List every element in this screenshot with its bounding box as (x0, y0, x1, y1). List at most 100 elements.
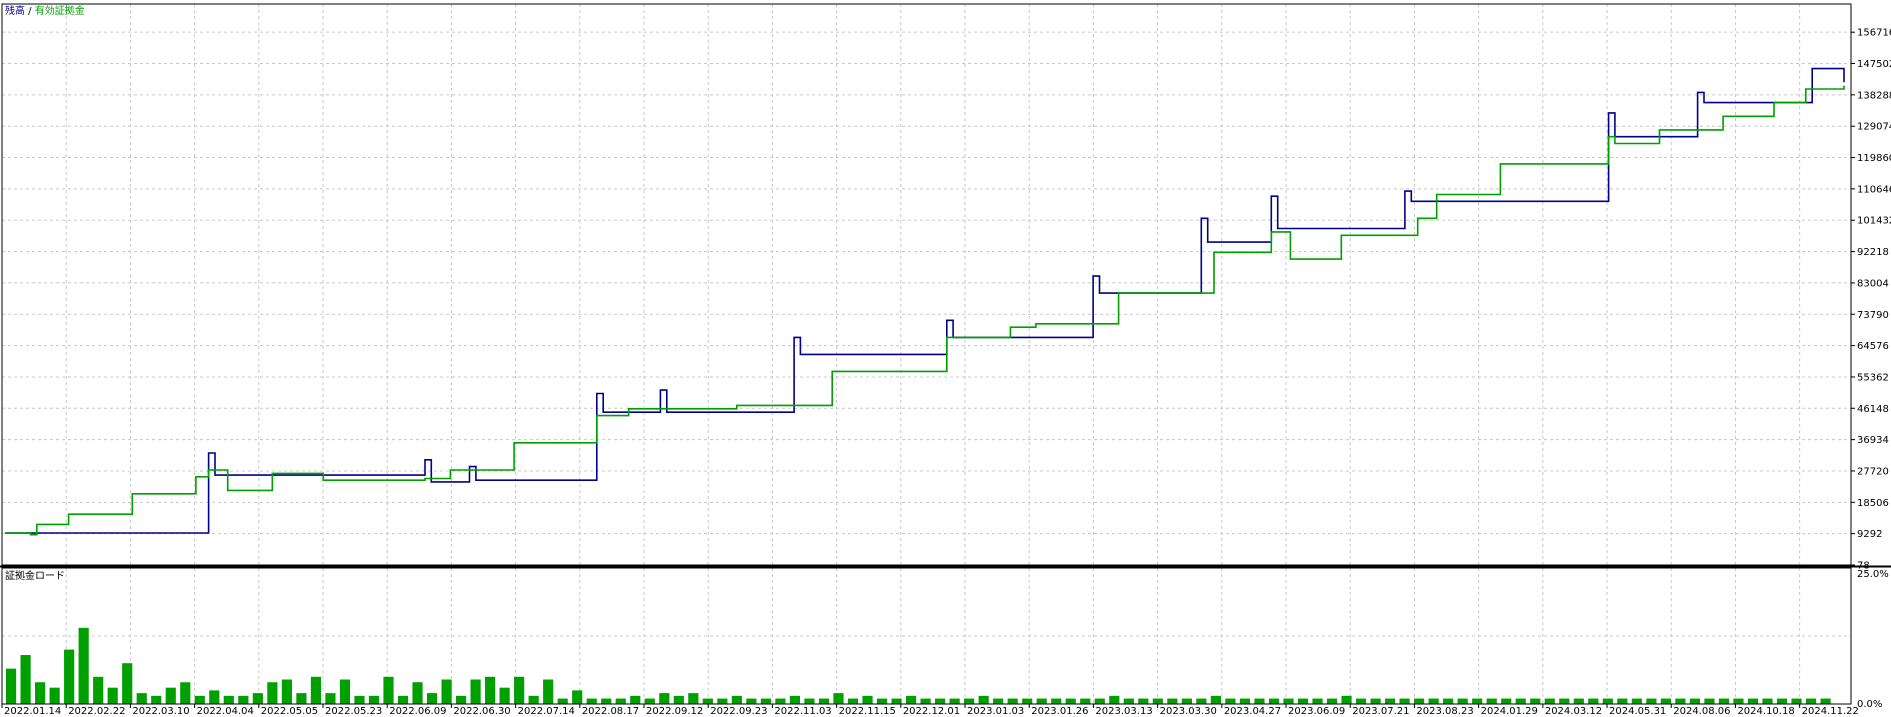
y-tick-label: 0.0% (1857, 699, 1882, 710)
margin-load-bar (1588, 698, 1599, 704)
y-tick-label: 36934 (1857, 435, 1889, 446)
margin-load-bar (1326, 698, 1338, 704)
margin-load-bar (1254, 698, 1265, 704)
x-tick-label: 2023.01.03 (967, 706, 1024, 717)
margin-load-bar (194, 695, 205, 704)
x-tick-label: 2024.11.22 (1802, 706, 1859, 717)
margin-load-bar (659, 693, 670, 704)
legend-balance: 残高 (5, 4, 25, 17)
x-tick-label: 2022.02.22 (68, 706, 125, 717)
main-plot-frame (1, 3, 1852, 566)
margin-load-bar (426, 693, 438, 704)
margin-load-bar (151, 695, 162, 704)
margin-load-bar (455, 695, 467, 704)
margin-load-bar (1675, 698, 1686, 704)
margin-load-bar (1631, 698, 1642, 704)
margin-load-bar (1355, 698, 1367, 704)
margin-load-bar (1617, 698, 1628, 704)
margin-load-bar (891, 698, 902, 704)
margin-load-bar (1820, 698, 1831, 704)
margin-load-bar (949, 698, 960, 704)
x-tick-label: 2022.09.23 (710, 706, 767, 717)
margin-load-bar (1312, 698, 1323, 704)
margin-load-bar (818, 698, 830, 704)
legend-separator: / (25, 6, 35, 17)
margin-load-bar (1123, 698, 1134, 704)
margin-load-bar (1297, 698, 1309, 704)
margin-load-bar (964, 698, 975, 704)
margin-load-bar (1501, 698, 1512, 704)
x-tick-label: 2024.01.29 (1481, 706, 1538, 717)
margin-load-bar (876, 698, 888, 704)
margin-load-bar (1602, 698, 1613, 704)
margin-load-bar (1051, 698, 1062, 704)
y-tick-label: 147502 (1857, 59, 1891, 70)
margin-load-bar (615, 698, 626, 704)
margin-load-bar (296, 693, 307, 704)
y-tick-label: 119860 (1857, 153, 1891, 164)
margin-load-bar (673, 695, 684, 704)
y-tick-label: 64576 (1857, 341, 1889, 352)
margin-load-bar (789, 695, 801, 704)
margin-load-bar (1225, 698, 1236, 704)
margin-load-bar (1805, 698, 1817, 704)
margin-load-bar (1167, 698, 1178, 704)
margin-load-bar (1530, 698, 1541, 704)
margin-load-bar (93, 676, 104, 704)
x-tick-label: 2023.04.27 (1224, 706, 1281, 717)
x-tick-label: 2022.08.17 (582, 706, 639, 717)
margin-load-bar (1689, 698, 1701, 704)
margin-load-bar (1718, 698, 1730, 704)
y-tick-label: 92218 (1857, 247, 1889, 258)
margin-load-bar (238, 695, 249, 704)
margin-load-bar (20, 655, 31, 704)
x-tick-label: 2022.11.03 (774, 706, 831, 717)
margin-load-bar (223, 695, 234, 704)
margin-load-bar (325, 693, 336, 704)
y-tick-label: 46148 (1857, 404, 1889, 415)
margin-load-bar (1414, 698, 1425, 704)
margin-load-bar (1559, 698, 1570, 704)
x-tick-label: 2024.08.06 (1673, 706, 1730, 717)
x-tick-label: 2022.09.12 (646, 706, 703, 717)
y-tick-label: 101432 (1857, 216, 1891, 227)
margin-load-bar (1646, 698, 1657, 704)
x-tick-label: 2023.07.21 (1352, 706, 1409, 717)
margin-load-bar (1196, 698, 1207, 704)
x-tick-label: 2023.03.30 (1160, 706, 1217, 717)
y-tick-label: 25.0% (1857, 569, 1889, 580)
x-tick-label: 2022.05.23 (325, 706, 382, 717)
margin-load-bar (775, 698, 786, 704)
margin-load-bar (136, 693, 147, 704)
y-axis-labels: 156716 147502 138288 129074 119860 110646 1014… (1851, 28, 1891, 710)
margin-load-bar (1660, 698, 1671, 704)
margin-load-bar (441, 679, 452, 704)
x-tick-label: 2022.12.01 (903, 706, 960, 717)
equity-line (5, 85, 1845, 536)
y-tick-label: 129074 (1857, 122, 1891, 133)
x-tick-label: 2024.03.12 (1545, 706, 1602, 717)
margin-load-bar (35, 682, 46, 704)
margin-load-bar (1341, 695, 1352, 704)
margin-load-bar (1776, 698, 1788, 704)
margin-load-bar (905, 695, 917, 704)
margin-load-bar (499, 687, 510, 704)
margin-load-bar (1094, 698, 1105, 704)
legend-equity: 有効証拠金 (35, 4, 85, 17)
margin-load-bar (1443, 698, 1454, 704)
margin-load-bar (1239, 698, 1251, 704)
y-tick-label: 18506 (1857, 498, 1889, 509)
margin-load-bar (64, 649, 75, 704)
margin-load-bar (688, 693, 699, 704)
margin-load-bar (731, 695, 742, 704)
margin-load-bar (1283, 698, 1294, 704)
margin-load-bar (107, 687, 118, 704)
margin-load-bar (978, 695, 989, 704)
margin-load-bar (383, 676, 394, 704)
x-tick-label: 2022.01.14 (4, 706, 61, 717)
y-tick-label: 27720 (1857, 466, 1889, 477)
margin-load-bar (1733, 698, 1744, 704)
x-tick-label: 2024.05.31 (1609, 706, 1666, 717)
x-axis-labels: 2022.01.14 2022.02.22 2022.03.10 2022.04.04… (1, 704, 1859, 717)
margin-load-bar (586, 698, 597, 704)
